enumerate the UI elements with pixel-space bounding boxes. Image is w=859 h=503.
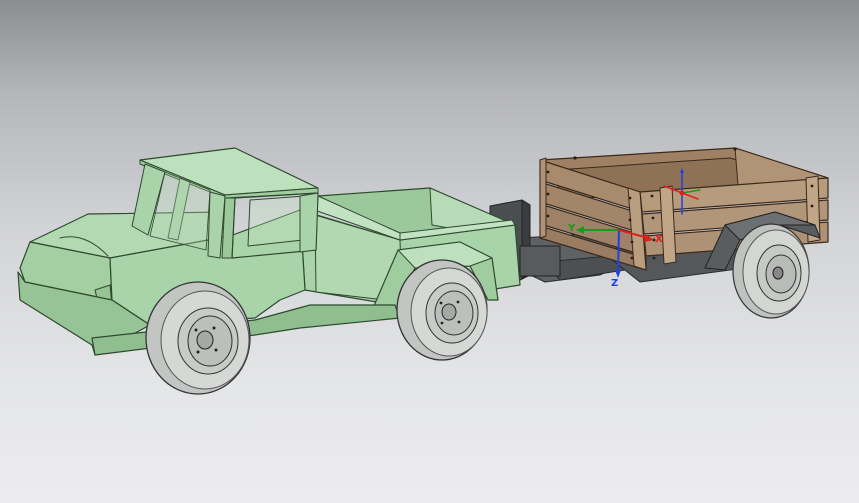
trailer[interactable] <box>489 147 829 319</box>
axis-x-label: X <box>655 234 663 245</box>
trailer-wheel <box>732 223 810 319</box>
cad-scene[interactable] <box>0 0 859 503</box>
truck[interactable] <box>17 147 521 395</box>
truck-front-wheel <box>145 281 251 395</box>
truck-rear-wheel <box>396 259 488 361</box>
3d-viewport[interactable]: Z Y X <box>0 0 859 503</box>
axis-y-label: Y <box>568 223 576 234</box>
axis-z-label: Z <box>611 278 619 289</box>
